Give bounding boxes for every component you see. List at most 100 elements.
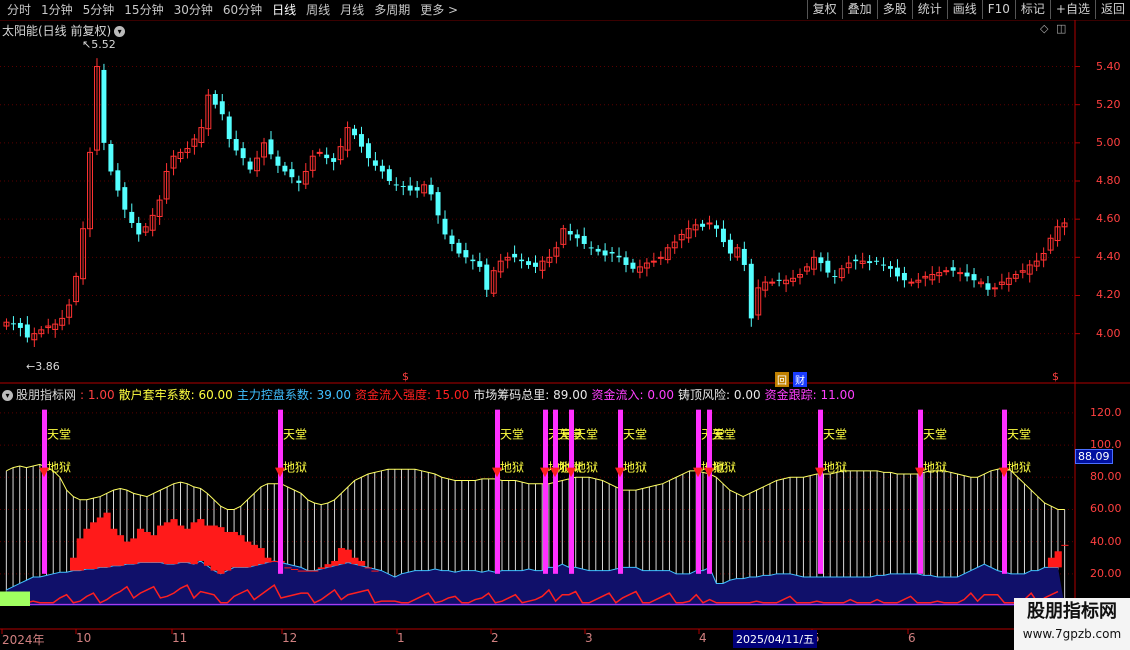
candle-body xyxy=(874,260,880,262)
candle-body xyxy=(881,264,887,266)
candle-body xyxy=(386,169,392,182)
candle-body xyxy=(964,272,970,277)
candle-body xyxy=(316,151,323,154)
inflow-bar xyxy=(170,519,178,565)
signal-heaven: 天堂 xyxy=(47,428,71,442)
inflow-bar xyxy=(311,570,319,572)
candle-body xyxy=(331,158,337,162)
ind-tick-label: 20.00 xyxy=(1090,566,1122,580)
inflow-bar xyxy=(163,522,171,565)
candle-body xyxy=(407,185,413,191)
candle-body xyxy=(616,255,622,258)
inflow-bar xyxy=(76,538,84,571)
indicator-item-5: 资金流入: 0.00 xyxy=(591,388,675,402)
candle-body xyxy=(240,148,246,159)
candle-body xyxy=(567,231,573,235)
inflow-bar xyxy=(69,557,78,571)
event-box-icon[interactable]: 回 xyxy=(775,372,789,387)
candle-body xyxy=(352,128,357,136)
candle-body xyxy=(825,260,831,273)
candle-body xyxy=(957,272,964,275)
candle-body xyxy=(894,267,900,277)
inflow-bar xyxy=(203,525,212,566)
candle-body xyxy=(428,184,434,195)
candle-body xyxy=(985,283,991,290)
inflow-bar xyxy=(244,541,252,568)
candle-body xyxy=(359,134,364,147)
candle-body xyxy=(282,165,288,172)
candle-body xyxy=(379,165,385,172)
inflow-bar xyxy=(257,548,265,565)
date-label: 4 xyxy=(699,631,707,645)
signal-heaven: 天堂 xyxy=(823,428,847,442)
candle-body xyxy=(888,266,893,269)
inflow-bar xyxy=(344,549,352,563)
inflow-bar xyxy=(83,528,91,569)
candle-body xyxy=(122,187,128,210)
candle-body xyxy=(414,187,420,191)
price-tick-label: 4.80 xyxy=(1096,174,1121,187)
finance-marker[interactable]: 财 xyxy=(793,372,807,387)
price-tick-label: 5.40 xyxy=(1096,59,1121,73)
date-label: 6 xyxy=(908,631,916,645)
candle-body xyxy=(519,259,525,262)
candle-body xyxy=(602,250,608,256)
candle-body xyxy=(372,160,378,166)
inflow-bar xyxy=(210,525,218,571)
signal-hell: 地狱 xyxy=(623,461,647,475)
candle-body xyxy=(657,256,664,259)
candle-body xyxy=(623,257,629,265)
candle-body xyxy=(630,262,636,269)
signal-hell: 地狱 xyxy=(712,461,736,475)
signal-heaven: 天堂 xyxy=(623,428,647,442)
indicator-title: ▾ 股朋指标网: 1.00 散户套牢系数: 60.00 主力控盘系数: 39.00 资金… xyxy=(2,386,863,403)
chevron-down-icon[interactable]: ▾ xyxy=(2,390,13,401)
inflow-bar xyxy=(230,531,238,568)
price-tick-label: 5.00 xyxy=(1096,135,1121,149)
candle-body xyxy=(275,156,281,166)
candle-body xyxy=(574,234,580,239)
candle-body xyxy=(268,139,274,155)
indicator-item-6: 铸顶风险: 0.00 xyxy=(678,388,761,402)
candle-body xyxy=(365,143,371,159)
indicator-item-3: 资金流入强度: 15.00 xyxy=(355,388,470,402)
inflow-bar xyxy=(304,570,312,572)
inflow-bar xyxy=(143,531,151,563)
candle-body xyxy=(991,287,998,290)
candle-body xyxy=(442,218,448,235)
watermark-title: 股朋指标网 xyxy=(1027,601,1117,622)
inflow-bar xyxy=(103,512,111,568)
high-label: ↖5.52 xyxy=(82,38,116,51)
signal-heaven: 天堂 xyxy=(923,428,947,442)
inflow-bar xyxy=(157,525,165,563)
indicator-item-4: 市场筹码总里: 89.00 xyxy=(473,388,588,402)
inflow-bar xyxy=(1054,551,1062,568)
inflow-bar xyxy=(150,535,158,563)
candle-body xyxy=(714,225,719,229)
inflow-bar xyxy=(337,548,346,565)
candle-body xyxy=(526,261,532,265)
candle-body xyxy=(400,185,406,187)
inflow-bar xyxy=(250,544,259,566)
candle-body xyxy=(908,281,915,284)
inflow-bar xyxy=(177,525,185,563)
kline-chart[interactable]: 天堂地狱天堂地狱天堂地狱天堂地狱天堂地狱天堂地狱天堂地狱天堂地狱天堂地狱天堂地狱… xyxy=(0,0,1130,650)
inflow-bar xyxy=(217,527,225,574)
candle-body xyxy=(748,263,754,319)
start-fill xyxy=(0,591,30,606)
candle-body xyxy=(818,257,824,264)
indicator-item-1: 散户套牢系数: 60.00 xyxy=(118,388,233,402)
low-label: ←3.86 xyxy=(26,360,60,373)
candle-body xyxy=(129,211,135,223)
signal-heaven: 天堂 xyxy=(712,428,736,442)
dollar-mark[interactable]: $ xyxy=(1052,370,1059,383)
watermark: 股朋指标网 www.7gpzb.com xyxy=(1014,598,1130,650)
dollar-mark[interactable]: $ xyxy=(402,370,409,383)
candle-body xyxy=(10,323,16,325)
candle-body xyxy=(296,180,302,183)
signal-hell: 地狱 xyxy=(500,461,524,475)
candle-body xyxy=(247,161,253,170)
signal-hell: 地狱 xyxy=(47,461,71,475)
current-value-tag: 88.09 xyxy=(1075,449,1113,464)
ind-tick-label: 40.00 xyxy=(1090,534,1122,548)
